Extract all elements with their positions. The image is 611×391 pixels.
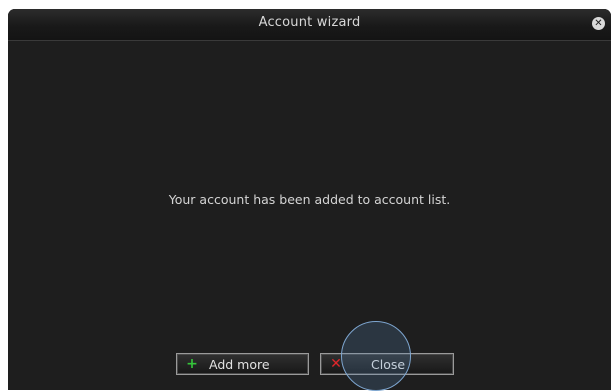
window-title: Account wizard	[258, 15, 361, 30]
titlebar: Account wizard ✕	[8, 9, 611, 41]
account-wizard-dialog: Account wizard ✕ Your account has been a…	[8, 9, 611, 390]
plus-icon: +	[186, 356, 198, 372]
add-more-button[interactable]: + Add more	[176, 353, 309, 375]
screen: Account wizard ✕ Your account has been a…	[0, 0, 611, 391]
add-more-label: Add more	[209, 357, 270, 372]
x-icon: ✕	[330, 356, 342, 372]
success-message: Your account has been added to account l…	[168, 192, 451, 207]
close-label: Close	[371, 357, 406, 372]
close-x-icon[interactable]: ✕	[592, 17, 605, 30]
dialog-content: Your account has been added to account l…	[8, 41, 611, 390]
close-button[interactable]: ✕ Close	[320, 353, 454, 375]
